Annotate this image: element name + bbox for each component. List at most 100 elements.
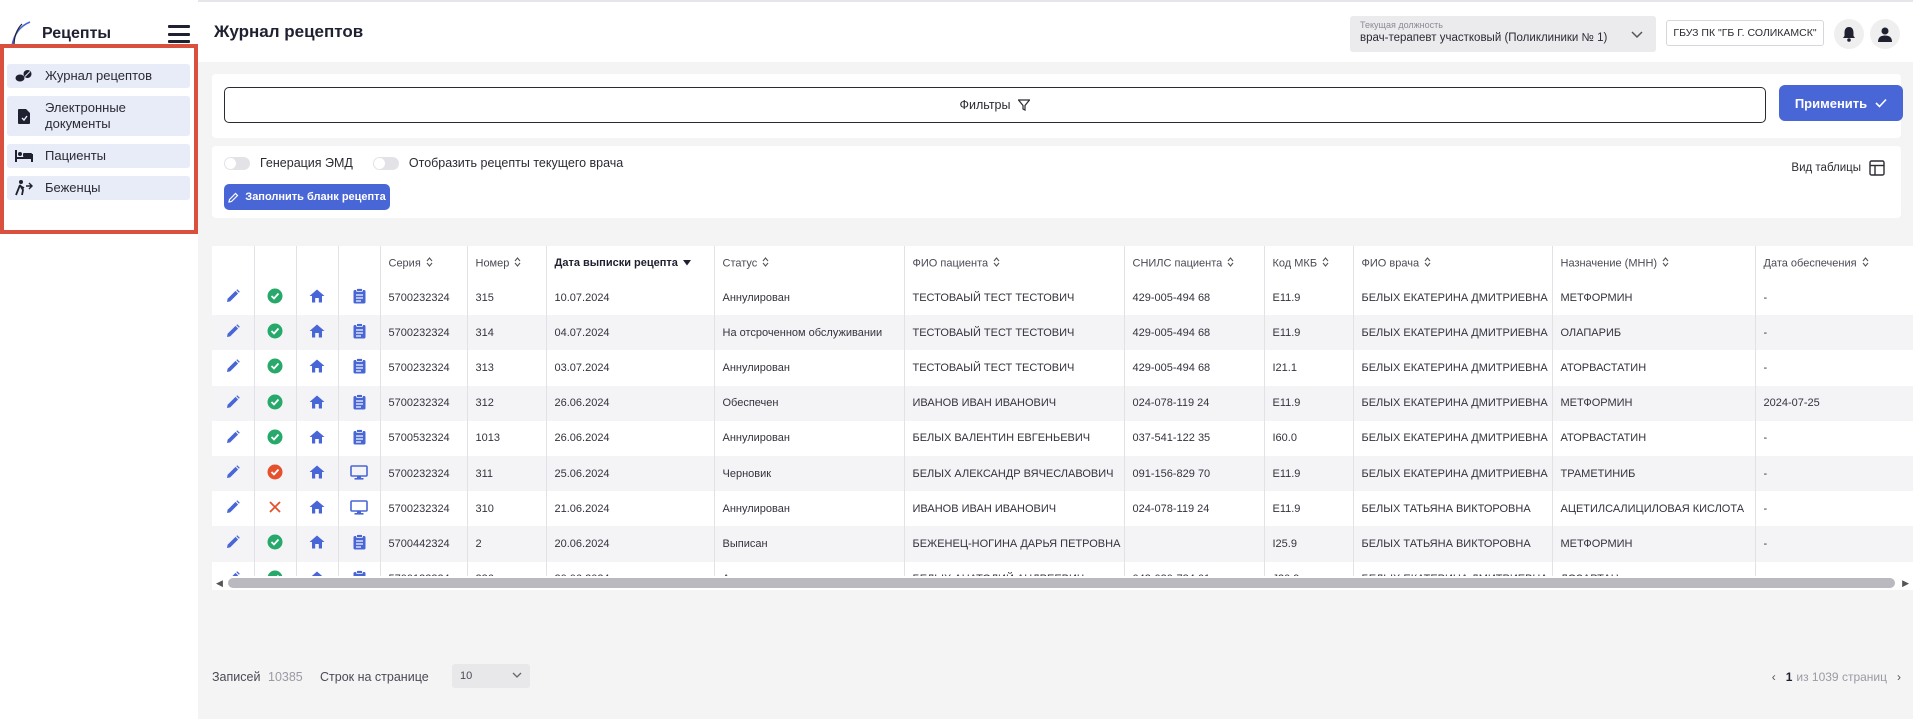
- sort-desc-icon: [682, 257, 691, 269]
- table-row[interactable]: 5700232324 314 04.07.2024 На отсроченном об…: [212, 315, 1913, 351]
- clipboard-icon[interactable]: [353, 428, 366, 448]
- sidebar-item-patients[interactable]: Пациенты: [7, 144, 190, 168]
- header-icd[interactable]: Код МКБ: [1264, 246, 1354, 280]
- status-ok-icon[interactable]: [267, 394, 283, 413]
- check-cell: [254, 420, 297, 456]
- current-doctor-toggle[interactable]: [372, 156, 399, 170]
- sidebar-item-prescription-journal[interactable]: Журнал рецептов: [7, 64, 190, 88]
- cell-supply-date: 2024-07-25: [1755, 385, 1913, 421]
- status-ok-icon[interactable]: [267, 429, 283, 448]
- cell-patient-snils: 024-078-119 24: [1124, 491, 1265, 527]
- cell-icd-code: E11.9: [1264, 280, 1354, 316]
- table-row[interactable]: 570013232423620.06.2024АннулированБЕЛЫХ …: [212, 561, 1913, 576]
- next-page-icon[interactable]: ›: [1897, 670, 1901, 684]
- status-error-icon[interactable]: [268, 500, 282, 517]
- profile-button[interactable]: [1870, 19, 1900, 49]
- scroll-right-icon[interactable]: ▶: [1902, 578, 1909, 589]
- home-icon[interactable]: [309, 535, 325, 552]
- home-icon[interactable]: [309, 395, 325, 412]
- edit-icon[interactable]: [226, 289, 240, 306]
- cell-series: 5700232324: [380, 385, 468, 421]
- header-snils[interactable]: СНИЛС пациента: [1124, 246, 1265, 280]
- fill-prescription-button[interactable]: Заполнить бланк рецепта: [224, 184, 390, 210]
- clipboard-icon[interactable]: [353, 358, 366, 377]
- edit-icon[interactable]: [226, 430, 240, 447]
- home-icon[interactable]: [309, 359, 325, 376]
- sidebar-item-refugees[interactable]: Беженцы: [7, 176, 190, 200]
- edit-icon[interactable]: [226, 324, 240, 341]
- sort-icon: [1424, 256, 1431, 270]
- cell-patient-snils: 429-005-494 68: [1124, 350, 1265, 386]
- cell-doctor-name: БЕЛЫХ ЕКАТЕРИНА ДМИТРИЕВНА: [1353, 280, 1553, 316]
- status-ok-icon[interactable]: [267, 358, 283, 377]
- notifications-button[interactable]: [1834, 19, 1864, 49]
- sidebar-item-electronic-documents[interactable]: Электронные документы: [7, 96, 190, 136]
- header-patient[interactable]: ФИО пациента: [904, 246, 1125, 280]
- organization-button[interactable]: ГБУЗ ПК "ГБ Г. СОЛИКАМСК": [1666, 20, 1824, 46]
- cell-issue-date: 20.06.2024: [546, 561, 715, 576]
- header-supply-date[interactable]: Дата обеспечения: [1755, 246, 1913, 280]
- cell-status: Аннулирован: [714, 280, 905, 316]
- cell-doctor-name: БЕЛЫХ ЕКАТЕРИНА ДМИТРИЕВНА: [1353, 385, 1553, 421]
- cell-status: Аннулирован: [714, 561, 905, 576]
- cell-drug-name: ЛОЗАРТАН: [1552, 561, 1756, 576]
- horizontal-scrollbar[interactable]: ◀ ▶: [212, 576, 1913, 590]
- rows-per-page-value: 10: [460, 670, 473, 682]
- doc-cell: [338, 561, 381, 576]
- apply-button[interactable]: Применить: [1779, 85, 1903, 121]
- home-icon[interactable]: [309, 465, 325, 482]
- header-series[interactable]: Серия: [380, 246, 468, 280]
- monitor-icon[interactable]: [350, 464, 368, 483]
- cell-issue-date: 26.06.2024: [546, 385, 715, 421]
- position-select[interactable]: Текущая должность врач-терапевт участков…: [1350, 16, 1656, 52]
- home-icon[interactable]: [309, 289, 325, 306]
- header-status[interactable]: Статус: [714, 246, 905, 280]
- top-header: Журнал рецептов Текущая должность врач-т…: [198, 0, 1913, 62]
- home-icon[interactable]: [309, 500, 325, 517]
- prev-page-icon[interactable]: ‹: [1772, 670, 1776, 684]
- table-row[interactable]: 5700232324 310 21.06.2024 Аннулирован ИВАНОВ…: [212, 491, 1913, 527]
- header-number[interactable]: Номер: [467, 246, 547, 280]
- rows-per-page-select[interactable]: 10: [452, 664, 530, 688]
- status-ok-icon[interactable]: [267, 323, 283, 342]
- table-row[interactable]: 5700232324 312 26.06.2024 Обеспечен ИВАНОВ И…: [212, 385, 1913, 421]
- edit-icon[interactable]: [226, 535, 240, 552]
- header-drug[interactable]: Назначение (МНН): [1552, 246, 1756, 280]
- cell-issue-date: 03.07.2024: [546, 350, 715, 386]
- cell-patient-name: ТЕСТОВАЫЙ ТЕСТ ТЕСТОВИЧ: [904, 350, 1125, 386]
- clipboard-icon[interactable]: [353, 534, 366, 553]
- menu-toggle-icon[interactable]: [168, 25, 190, 43]
- clipboard-icon[interactable]: [353, 393, 366, 413]
- status-ok-icon[interactable]: [267, 288, 283, 307]
- status-warning-icon[interactable]: [267, 464, 283, 483]
- emd-generation-toggle[interactable]: [224, 156, 250, 170]
- clipboard-icon[interactable]: [353, 288, 366, 307]
- edit-cell: [212, 385, 255, 421]
- monitor-icon[interactable]: [350, 499, 368, 518]
- edit-icon[interactable]: [226, 465, 240, 482]
- table-row[interactable]: 5700532324 1013 26.06.2024 Аннулирован БЕЛЫХ…: [212, 420, 1913, 456]
- scroll-thumb[interactable]: [228, 578, 1895, 588]
- bell-icon: [1843, 27, 1855, 42]
- header-doc: [338, 246, 381, 280]
- header-issue-date[interactable]: Дата выписки рецепта: [546, 246, 715, 280]
- table-row[interactable]: 5700232324 315 10.07.2024 Аннулирован ТЕСТОВ…: [212, 280, 1913, 316]
- edit-icon[interactable]: [226, 394, 240, 412]
- edit-cell: [212, 455, 255, 492]
- home-icon[interactable]: [309, 430, 325, 447]
- scroll-left-icon[interactable]: ◀: [216, 578, 223, 589]
- clipboard-icon[interactable]: [353, 323, 366, 342]
- edit-cell: [212, 350, 255, 386]
- table-row[interactable]: 5700232324 311 25.06.2024 Черновик БЕЛЫХ АЛЕ…: [212, 455, 1913, 492]
- edit-icon[interactable]: [226, 359, 240, 376]
- view-table-button[interactable]: Вид таблицы: [1791, 160, 1885, 176]
- filters-button[interactable]: Фильтры: [224, 87, 1766, 123]
- status-ok-icon[interactable]: [267, 534, 283, 553]
- table-row[interactable]: 5700442324 2 20.06.2024 Выписан БЕЖЕНЕЦ-НОГИ…: [212, 526, 1913, 562]
- header-doctor[interactable]: ФИО врача: [1353, 246, 1553, 280]
- fill-prescription-label: Заполнить бланк рецепта: [245, 191, 386, 203]
- edit-icon[interactable]: [226, 500, 240, 517]
- table-row[interactable]: 5700232324 313 03.07.2024 Аннулирован ТЕСТОВ…: [212, 350, 1913, 386]
- header-label: Дата выписки рецепта: [554, 256, 678, 269]
- home-icon[interactable]: [309, 324, 325, 341]
